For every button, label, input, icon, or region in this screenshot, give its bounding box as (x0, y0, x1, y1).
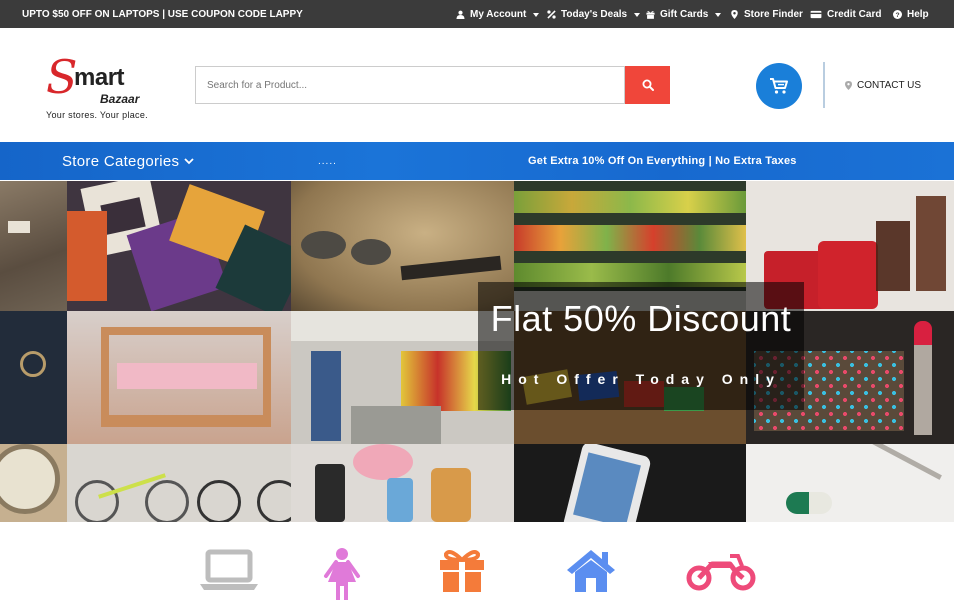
category-icon-row (0, 522, 954, 600)
nav-separator-dots: ..... (318, 156, 337, 167)
hero-subtitle: Hot Offer Today Only (501, 371, 781, 387)
gift-icon (646, 11, 655, 19)
category-motorcycles[interactable] (686, 548, 756, 597)
chevron-down-icon (533, 12, 540, 17)
store-finder-link[interactable]: Store Finder (730, 9, 803, 20)
cart-button[interactable] (756, 63, 802, 109)
question-circle-icon: ? (893, 10, 902, 19)
category-home[interactable] (566, 548, 616, 597)
credit-card-link[interactable]: Credit Card (810, 9, 881, 20)
user-icon (456, 10, 465, 19)
offer-text: Get Extra 10% Off On Everything | No Ext… (528, 155, 797, 167)
category-navbar: Store Categories ..... Get Extra 10% Off… (0, 142, 954, 180)
search-button[interactable] (625, 66, 670, 104)
promo-text: UPTO $50 OFF ON LAPTOPS | USE COUPON COD… (22, 9, 303, 20)
hero-banner[interactable]: Flat 50% Discount Hot Offer Today Only (0, 181, 954, 522)
gift-icon (440, 550, 484, 592)
chevron-down-icon (184, 158, 194, 165)
hero-tile-pills (746, 444, 954, 522)
hero-tile-smartphone (514, 444, 746, 522)
chevron-down-icon (634, 12, 641, 17)
search-icon (642, 79, 654, 91)
hero-tile-perfume (291, 444, 514, 522)
laptop-icon (200, 549, 258, 590)
gift-cards-link[interactable]: Gift Cards (646, 9, 722, 20)
todays-deals-link[interactable]: Today's Deals (547, 9, 641, 20)
motorcycle-icon (686, 554, 756, 591)
category-women[interactable] (322, 548, 362, 605)
header-divider (823, 62, 825, 108)
svg-text:?: ? (895, 12, 899, 19)
contact-us-link[interactable]: CONTACT US (845, 80, 921, 91)
home-icon (567, 550, 615, 592)
credit-card-icon (810, 10, 822, 19)
hero-tile-jewelry (0, 311, 67, 444)
category-gifts[interactable] (438, 548, 486, 597)
search-input[interactable] (195, 66, 625, 104)
shopping-cart-icon (770, 78, 788, 94)
hero-tile-watch (0, 444, 67, 522)
header: S mart Bazaar Your stores. Your place. C… (0, 28, 954, 142)
help-link[interactable]: ? Help (893, 9, 929, 20)
female-icon (324, 548, 360, 600)
hero-tile-pouches (67, 181, 291, 311)
top-bar: UPTO $50 OFF ON LAPTOPS | USE COUPON COD… (0, 0, 954, 28)
hero-tile-store-display (0, 181, 67, 311)
hero-tile-bicycles (67, 444, 291, 522)
category-laptops[interactable] (200, 548, 258, 597)
hero-tile-crib (67, 311, 291, 444)
hero-title: Flat 50% Discount (490, 298, 792, 339)
site-logo[interactable]: S mart Bazaar Your stores. Your place. (46, 54, 156, 122)
my-account-link[interactable]: My Account (456, 9, 540, 20)
chevron-down-icon (715, 12, 722, 17)
logo-tagline: Your stores. Your place. (46, 110, 148, 120)
map-marker-icon (731, 10, 738, 19)
map-marker-icon (845, 81, 852, 90)
percent-icon (547, 10, 556, 19)
store-categories-dropdown[interactable]: Store Categories (62, 153, 194, 170)
